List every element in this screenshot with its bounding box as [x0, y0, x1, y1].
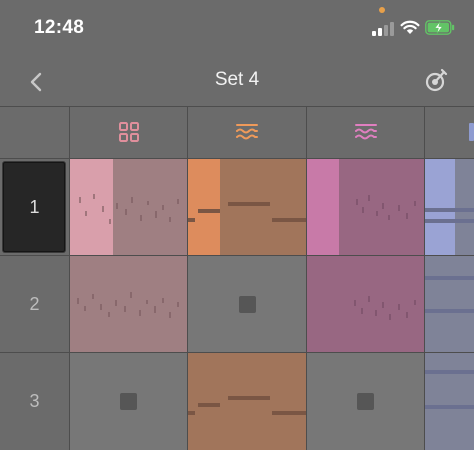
- waves-icon: [236, 124, 258, 140]
- clip-midi-notes: [425, 208, 474, 223]
- clip-midi-notes: [188, 396, 306, 415]
- scene-launch-1[interactable]: 1: [0, 159, 69, 255]
- track-header-2[interactable]: [188, 106, 306, 158]
- scene-number: 2: [29, 293, 40, 314]
- clip-slot-track1-scene3[interactable]: [70, 353, 187, 450]
- clip-slot-track4-scene2[interactable]: [425, 256, 474, 352]
- clip-waveform: [354, 296, 416, 320]
- navigation-bar: Set 4: [0, 58, 474, 106]
- clip-stop-button[interactable]: [357, 393, 374, 410]
- clip-slot-track2-scene2[interactable]: [188, 256, 306, 352]
- grid-icon: [118, 122, 139, 142]
- clip-slot-track3-scene3[interactable]: [307, 353, 424, 450]
- track-header-3[interactable]: [307, 106, 424, 158]
- status-time: 12:48: [34, 17, 85, 38]
- clip-midi-notes: [425, 276, 474, 313]
- clip-slot-track3-scene2[interactable]: [307, 256, 424, 352]
- clip-slot-track2-scene3[interactable]: [188, 353, 306, 450]
- clip-grid: 1 2 3: [0, 106, 474, 450]
- clip-slot-track2-scene1[interactable]: [188, 159, 306, 255]
- clip-stop-button[interactable]: [239, 296, 256, 313]
- privacy-indicator-dot: [379, 7, 385, 13]
- scene-number: 1: [29, 196, 40, 217]
- track-icon: [469, 123, 474, 141]
- track-header-4[interactable]: [425, 106, 474, 158]
- clip-waveform: [356, 195, 416, 220]
- clip-stop-button[interactable]: [120, 393, 137, 410]
- clip-slot-track4-scene3[interactable]: [425, 353, 474, 450]
- metronome-icon: [425, 68, 448, 92]
- clip-midi-notes: [188, 202, 306, 222]
- clip-slot-track1-scene1[interactable]: [70, 159, 187, 255]
- track-header-1[interactable]: [70, 106, 187, 158]
- clip-midi-notes: [425, 370, 474, 409]
- status-bar: 12:48: [0, 0, 474, 58]
- clip-slot-track3-scene1[interactable]: [307, 159, 424, 255]
- waves-icon: [354, 124, 377, 140]
- scene-number: 3: [29, 391, 40, 411]
- session-view-screen: 12:48 Set 4 1 2 3: [0, 0, 474, 450]
- wifi-icon: [400, 20, 420, 34]
- page-title: Set 4: [214, 69, 260, 90]
- clip-slot-track1-scene2[interactable]: [70, 256, 187, 352]
- scene-launch-3[interactable]: 3: [0, 353, 69, 450]
- cellular-signal-icon: [372, 22, 396, 36]
- battery-charging-icon: [425, 20, 455, 35]
- clip-slot-track4-scene1[interactable]: [425, 159, 474, 255]
- metronome-tempo-button[interactable]: [422, 67, 450, 95]
- clip-waveform: [77, 292, 179, 318]
- scene-launch-2[interactable]: 2: [0, 256, 69, 352]
- clip-waveform: [79, 194, 179, 224]
